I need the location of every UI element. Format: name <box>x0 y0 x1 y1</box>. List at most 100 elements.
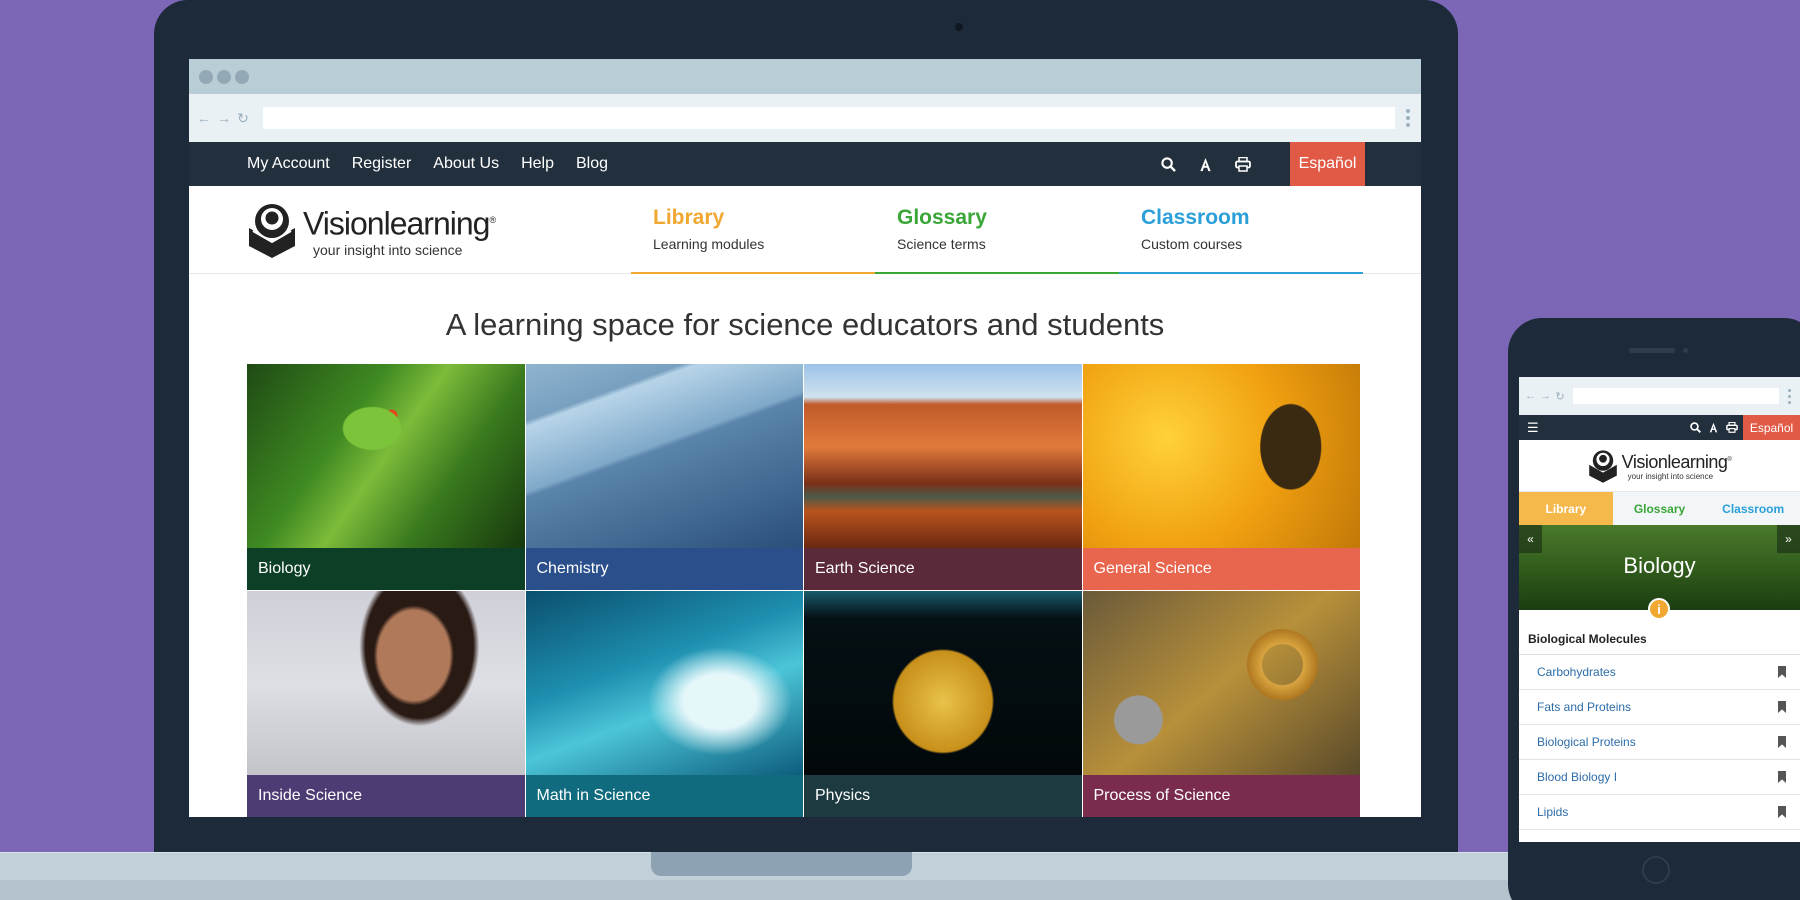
bookmark-icon[interactable] <box>1778 666 1786 678</box>
tile-chemistry-label: Chemistry <box>525 548 803 590</box>
help-link[interactable]: Help <box>521 155 554 173</box>
nav-classroom-subtitle: Custom courses <box>1141 236 1243 252</box>
phone-eye-book-logo-icon <box>1588 449 1617 483</box>
list-item-label: Lipids <box>1537 805 1569 819</box>
blog-link[interactable]: Blog <box>576 155 608 173</box>
honeycomb-bee-image <box>1082 364 1360 548</box>
bookmark-icon[interactable] <box>1778 806 1786 818</box>
subject-grid: Biology Chemistry Earth Science General … <box>247 364 1361 817</box>
my-account-link[interactable]: My Account <box>247 155 330 173</box>
phone-logo[interactable]: Visionlearning® your insight into scienc… <box>1519 440 1800 492</box>
next-arrow-icon[interactable]: » <box>1777 525 1800 553</box>
espanol-button[interactable]: Español <box>1290 142 1365 186</box>
tile-math-in-science-label: Math in Science <box>525 775 803 817</box>
phone-top-bar: ☰ Español <box>1519 415 1800 440</box>
nav-library-title: Library <box>653 206 725 229</box>
tile-earth-science[interactable]: Earth Science <box>804 364 1083 591</box>
phone-font-size-icon[interactable] <box>1708 422 1719 433</box>
print-icon[interactable] <box>1235 156 1251 172</box>
search-icon[interactable] <box>1161 156 1176 172</box>
window-close-dot[interactable] <box>199 69 213 84</box>
phone-speaker <box>1629 348 1675 353</box>
canyon-image <box>804 364 1082 548</box>
hero-title: A learning space for science educators a… <box>445 307 1165 342</box>
nav-classroom-title: Classroom <box>1141 206 1250 229</box>
tile-chemistry[interactable]: Chemistry <box>525 364 804 591</box>
list-item[interactable]: Blood Biology I <box>1519 760 1800 795</box>
address-bar[interactable] <box>263 107 1395 129</box>
tile-biology[interactable]: Biology <box>247 364 526 591</box>
bookmark-icon[interactable] <box>1778 701 1786 713</box>
nav-glossary[interactable]: Glossary Science terms <box>875 186 1119 274</box>
tile-biology-label: Biology <box>247 548 525 590</box>
phone-reload-icon[interactable]: ↻ <box>1555 390 1565 403</box>
tile-process-of-science-label: Process of Science <box>1082 775 1360 817</box>
bookmark-icon[interactable] <box>1778 736 1786 748</box>
info-icon[interactable]: i <box>1648 598 1670 620</box>
reload-icon[interactable]: ↻ <box>237 110 249 127</box>
nav-glossary-subtitle: Science terms <box>897 236 986 252</box>
phone-logo-wordmark: Visionlearning <box>1621 452 1728 472</box>
register-link[interactable]: Register <box>352 155 412 173</box>
prev-arrow-icon[interactable]: « <box>1519 525 1542 553</box>
browser-menu-icon[interactable] <box>1403 109 1413 127</box>
phone-print-icon[interactable] <box>1726 422 1738 433</box>
list-item-label: Blood Biology I <box>1537 770 1618 784</box>
window-minimize-dot[interactable] <box>217 69 231 84</box>
tile-math-in-science[interactable]: Math in Science <box>525 591 804 817</box>
list-item-label: Fats and Proteins <box>1537 700 1632 714</box>
phone-espanol-button[interactable]: Español <box>1743 415 1800 440</box>
phone-screen: ← → ↻ ☰ Español Visionlearning® your ins… <box>1519 377 1800 842</box>
phone-tab-glossary[interactable]: Glossary <box>1612 492 1707 525</box>
tile-general-science[interactable]: General Science <box>1082 364 1361 591</box>
browser-toolbar: ← → ↻ <box>189 94 1421 142</box>
tile-inside-science-label: Inside Science <box>247 775 525 817</box>
phone-forward-arrow-icon[interactable]: → <box>1540 390 1551 402</box>
phone-tab-classroom[interactable]: Classroom <box>1706 492 1800 525</box>
phone-toolbar-icons <box>1690 415 1738 440</box>
about-us-link[interactable]: About Us <box>433 155 499 173</box>
tile-inside-science[interactable]: Inside Science <box>247 591 526 817</box>
forward-arrow-icon[interactable]: → <box>217 110 231 126</box>
phone-browser-toolbar: ← → ↻ <box>1519 377 1800 415</box>
laptop-notch <box>651 852 912 876</box>
list-item[interactable]: Fats and Proteins <box>1519 690 1800 725</box>
toolbar-icons <box>1161 142 1251 186</box>
phone-back-arrow-icon[interactable]: ← <box>1525 390 1536 402</box>
window-maximize-dot[interactable] <box>235 69 249 84</box>
tile-process-of-science[interactable]: Process of Science <box>1082 591 1361 817</box>
phone-browser-menu-icon[interactable] <box>1784 388 1794 404</box>
phone-home-button[interactable] <box>1642 856 1670 884</box>
scientist-image <box>247 591 525 775</box>
wave-image <box>525 591 803 775</box>
tile-earth-science-label: Earth Science <box>804 548 1082 590</box>
nav-library[interactable]: Library Learning modules <box>631 186 875 274</box>
phone-tabs: Library Glossary Classroom <box>1519 492 1800 525</box>
main-navigation: Library Learning modules Glossary Scienc… <box>631 186 1363 274</box>
tile-physics[interactable]: Physics <box>804 591 1083 817</box>
nav-classroom[interactable]: Classroom Custom courses <box>1119 186 1363 274</box>
site-header: Visionlearning® your insight into scienc… <box>189 186 1421 274</box>
eye-book-logo-icon <box>249 204 295 258</box>
list-item-label: Carbohydrates <box>1537 665 1616 679</box>
nav-glossary-title: Glossary <box>897 206 987 229</box>
laptop-screen: ← → ↻ My Account Register About Us Help … <box>189 59 1421 817</box>
phone-search-icon[interactable] <box>1690 422 1701 433</box>
phone-tab-library[interactable]: Library <box>1519 492 1613 525</box>
back-arrow-icon[interactable]: ← <box>197 110 211 126</box>
list-item[interactable]: Biological Proteins <box>1519 725 1800 760</box>
ice-cubes-image <box>525 364 803 548</box>
browser-titlebar <box>189 59 1421 94</box>
font-size-icon[interactable] <box>1198 157 1213 172</box>
phone-registered-mark: ® <box>1727 457 1732 463</box>
tile-physics-label: Physics <box>804 775 1082 817</box>
bookmark-icon[interactable] <box>1778 771 1786 783</box>
phone-logo-tagline: your insight into science <box>1627 472 1714 481</box>
visionlearning-logo[interactable]: Visionlearning® your insight into scienc… <box>247 202 496 258</box>
hamburger-menu-icon[interactable]: ☰ <box>1527 420 1539 436</box>
list-item[interactable]: Lipids <box>1519 795 1800 830</box>
phone-address-bar[interactable] <box>1573 388 1779 404</box>
list-item-label: Biological Proteins <box>1537 735 1636 749</box>
list-item[interactable]: Carbohydrates <box>1519 655 1800 690</box>
apple-splash-image <box>804 591 1082 775</box>
